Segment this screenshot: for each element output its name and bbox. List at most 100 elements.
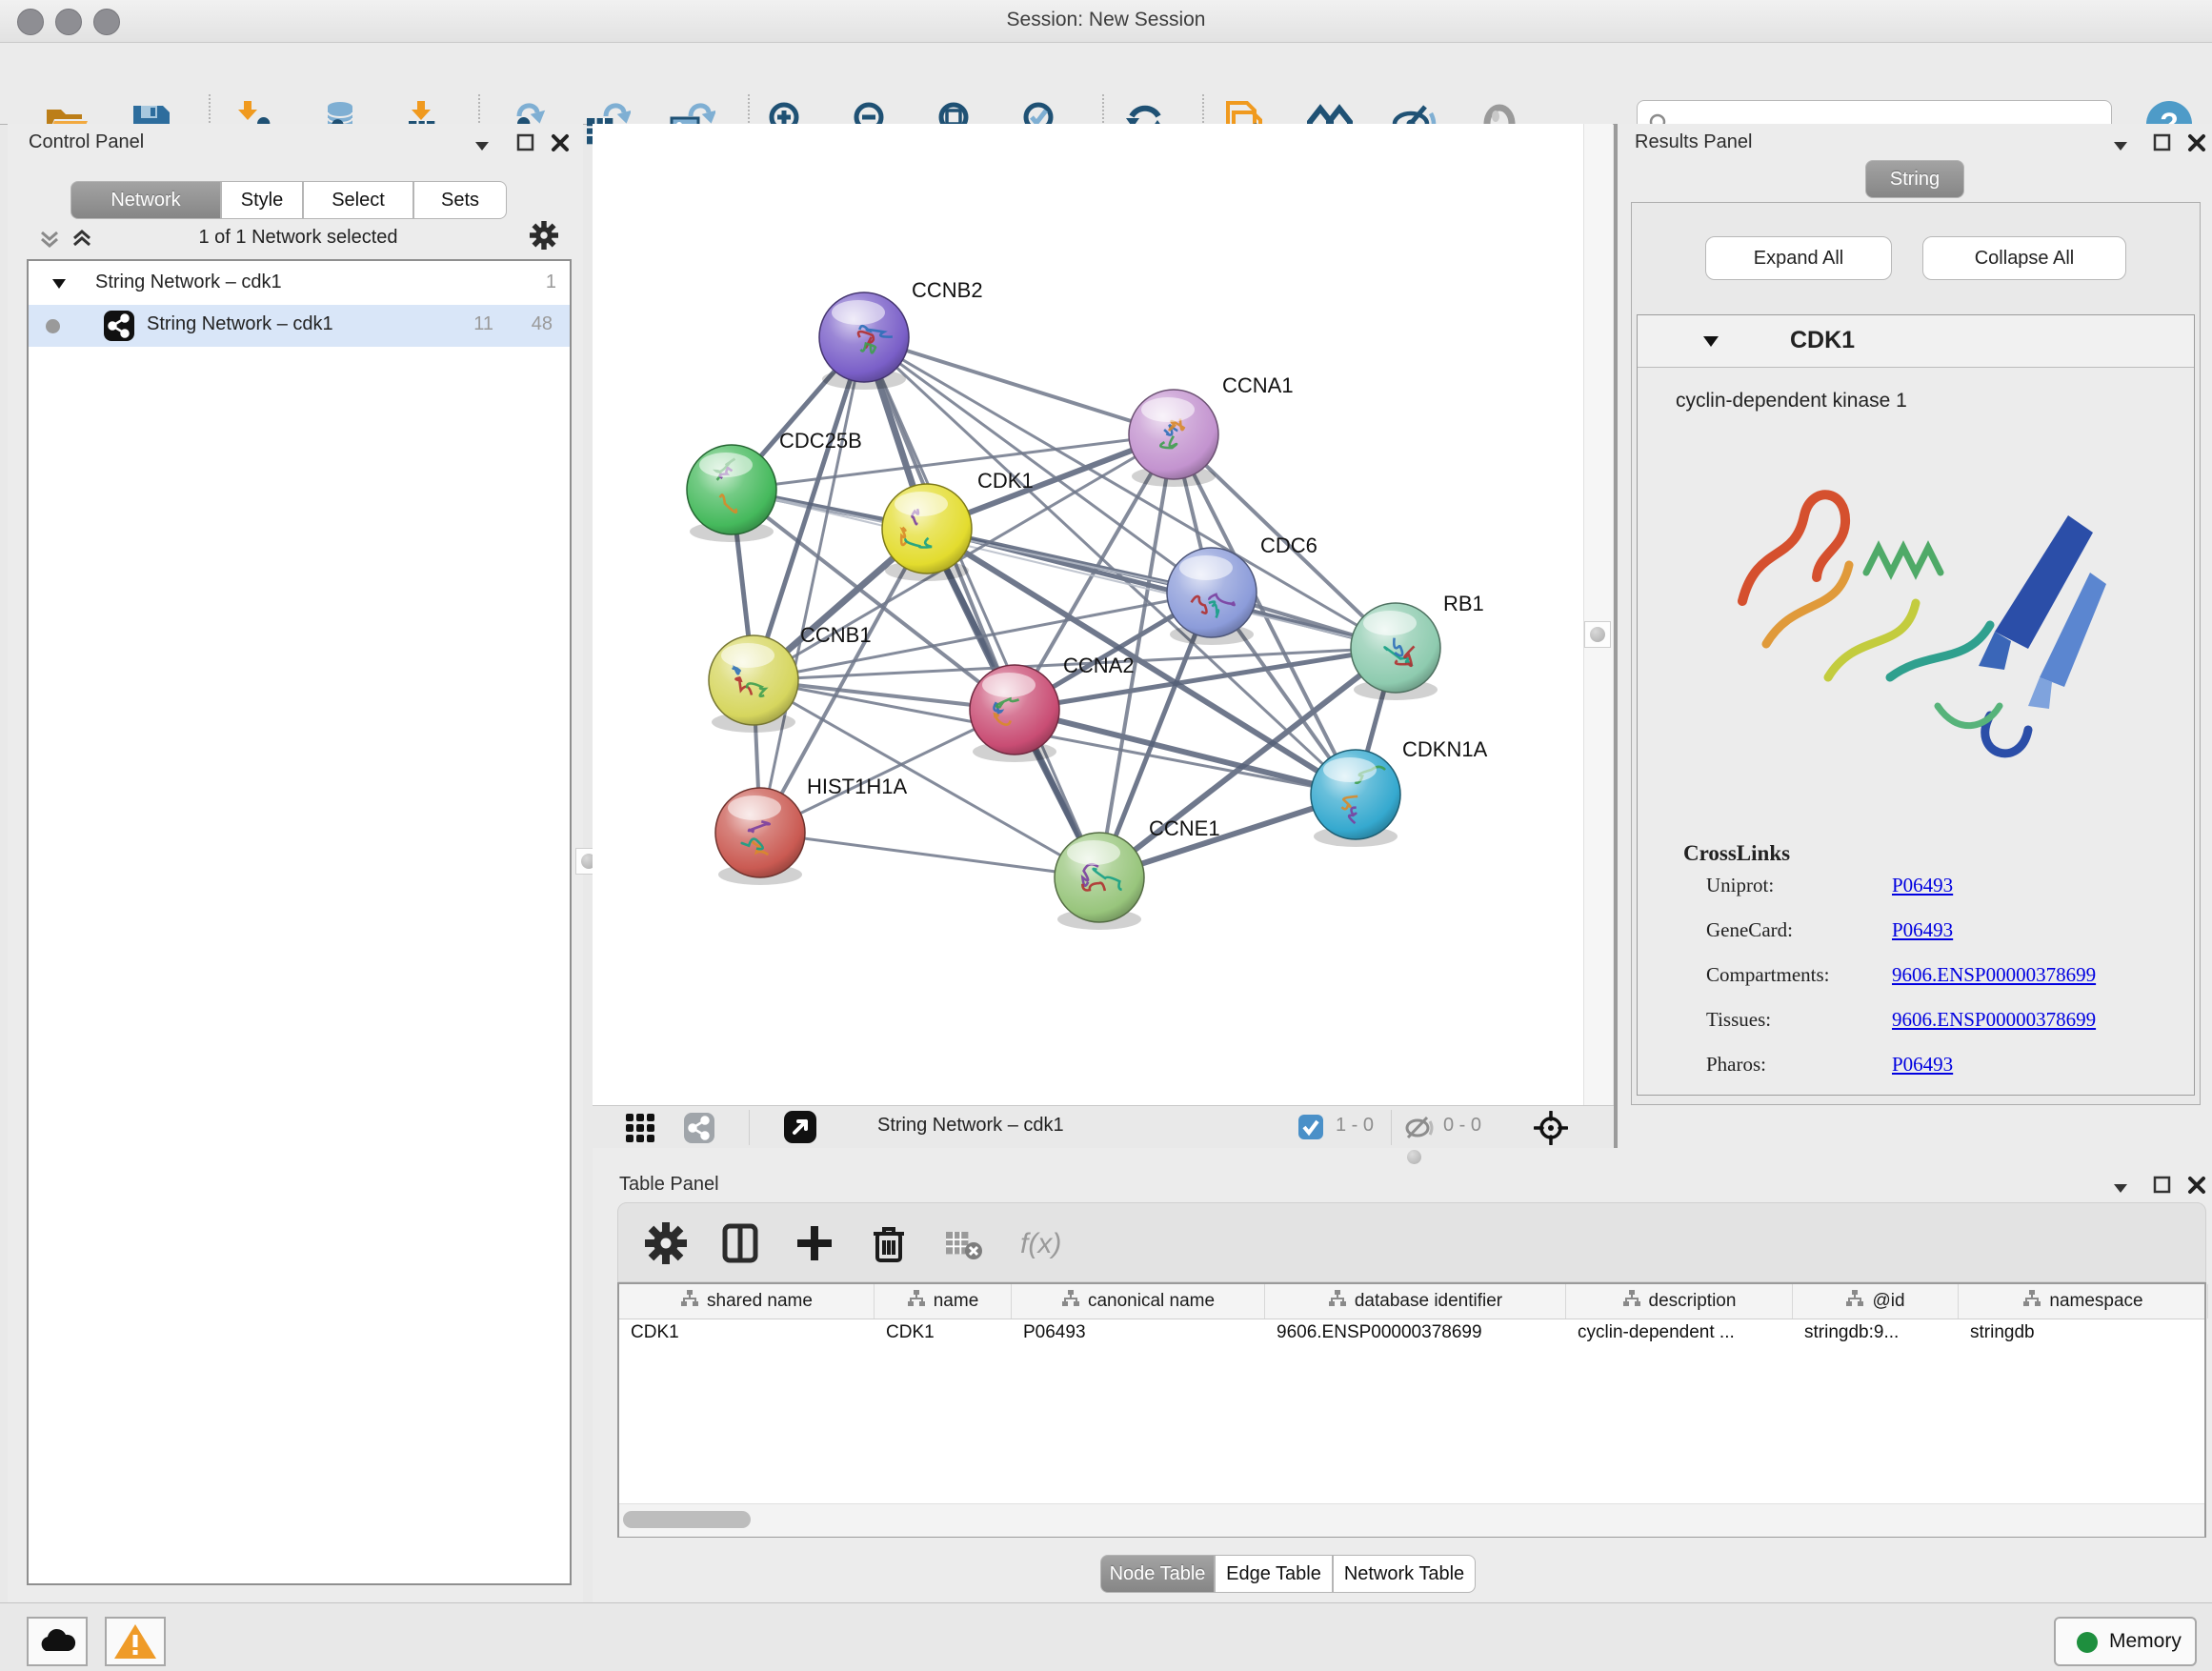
- network-canvas[interactable]: CCNB2 CCNA1 CDC25B CDK1 CDC6: [593, 124, 1583, 1105]
- node-CCNA2[interactable]: CCNA2: [970, 654, 1135, 762]
- crosslink-link[interactable]: 9606.ENSP00000378699: [1892, 1008, 2096, 1032]
- tab-style[interactable]: Style: [221, 181, 303, 219]
- table-cell[interactable]: cyclin-dependent ...: [1566, 1322, 1793, 1353]
- column-header-shared-name[interactable]: shared name: [619, 1284, 875, 1319]
- table-cell[interactable]: 9606.ENSP00000378699: [1265, 1322, 1566, 1353]
- close-panel-icon[interactable]: [549, 131, 573, 156]
- expand-all-button[interactable]: Expand All: [1705, 236, 1892, 280]
- panel-menu-icon[interactable]: [471, 133, 495, 158]
- status-bar: Memory: [0, 1602, 2212, 1671]
- network-status-dot: [46, 319, 60, 333]
- protein-description: cyclin-dependent kinase 1: [1676, 390, 1907, 413]
- tab-string[interactable]: String: [1865, 160, 1964, 198]
- column-header-name[interactable]: name: [875, 1284, 1012, 1319]
- grid-view-icon[interactable]: [624, 1112, 656, 1149]
- node-HIST1H1A[interactable]: HIST1H1A: [715, 775, 907, 885]
- panel-menu-icon[interactable]: [2109, 133, 2134, 158]
- float-panel-icon[interactable]: [2151, 131, 2176, 156]
- toolbar-separator: [749, 1110, 750, 1145]
- hidden-counts: 0 - 0: [1443, 1115, 1481, 1137]
- node-label-CDC6: CDC6: [1260, 534, 1317, 557]
- split-columns-icon[interactable]: [719, 1222, 761, 1269]
- tab-select[interactable]: Select: [303, 181, 413, 219]
- control-panel: Control Panel NetworkStyleSelectSets 1 o…: [8, 124, 583, 1602]
- table-cell[interactable]: stringdb:9...: [1793, 1322, 1959, 1353]
- collection-label: String Network – cdk1: [95, 272, 282, 293]
- collapse-all-button[interactable]: Collapse All: [1922, 236, 2126, 280]
- control-panel-title: Control Panel: [29, 131, 144, 153]
- node-label-HIST1H1A: HIST1H1A: [807, 775, 907, 798]
- add-column-icon[interactable]: [794, 1222, 835, 1269]
- hidden-eye-icon[interactable]: [1404, 1114, 1435, 1145]
- column-header-database-identifier[interactable]: database identifier: [1265, 1284, 1566, 1319]
- memory-label: Memory: [2109, 1630, 2182, 1653]
- collapse-caret-icon[interactable]: [1700, 331, 1721, 356]
- cloud-button[interactable]: [27, 1617, 88, 1666]
- table-cell[interactable]: CDK1: [619, 1322, 875, 1353]
- crosslink-link[interactable]: P06493: [1892, 1053, 1953, 1077]
- string-network-badge-icon: [103, 310, 135, 348]
- selected-checkbox-icon[interactable]: [1297, 1114, 1324, 1145]
- column-header-namespace[interactable]: namespace: [1959, 1284, 2208, 1319]
- network-collection-row[interactable]: String Network – cdk1 1: [29, 263, 570, 305]
- clear-table-icon[interactable]: [942, 1222, 984, 1269]
- network-row[interactable]: String Network – cdk1 11 48: [29, 305, 570, 347]
- table-horizontal-scrollbar: [619, 1503, 2204, 1537]
- close-panel-icon[interactable]: [2185, 1174, 2210, 1198]
- table-settings-gear-icon[interactable]: [645, 1222, 687, 1269]
- edge-CCNB2-CCNA1[interactable]: [864, 337, 1174, 434]
- share-view-icon[interactable]: [683, 1112, 715, 1149]
- float-panel-icon[interactable]: [2151, 1174, 2176, 1198]
- shared-column-icon: [1622, 1289, 1641, 1314]
- main-toolbar: ?: [0, 43, 2212, 125]
- splitter-dot[interactable]: [1407, 1150, 1421, 1164]
- crosslink-link[interactable]: P06493: [1892, 918, 1953, 942]
- protein-card-header[interactable]: CDK1: [1638, 315, 2194, 368]
- collapse-caret-icon[interactable]: [50, 274, 69, 299]
- shared-column-icon: [907, 1289, 926, 1314]
- tab-edge-table[interactable]: Edge Table: [1215, 1555, 1333, 1593]
- network-label: String Network – cdk1: [147, 313, 333, 335]
- shared-column-icon: [1845, 1289, 1864, 1314]
- network-list: String Network – cdk1 1 String Network –…: [27, 259, 572, 1585]
- crosshair-fit-icon[interactable]: [1534, 1111, 1568, 1150]
- panel-menu-icon[interactable]: [2109, 1176, 2134, 1200]
- table-cell[interactable]: CDK1: [875, 1322, 1012, 1353]
- node-CDKN1A[interactable]: CDKN1A: [1311, 737, 1488, 847]
- node-RB1[interactable]: RB1: [1351, 592, 1484, 700]
- tab-network[interactable]: Network: [70, 181, 221, 219]
- crosslink-link[interactable]: 9606.ENSP00000378699: [1892, 963, 2096, 987]
- column-header--id[interactable]: @id: [1793, 1284, 1959, 1319]
- float-panel-icon[interactable]: [514, 131, 539, 156]
- title-bar: Session: New Session: [0, 0, 2212, 43]
- tab-sets[interactable]: Sets: [413, 181, 507, 219]
- toolbar-separator: [1391, 1110, 1392, 1145]
- table-panel-title: Table Panel: [619, 1174, 719, 1196]
- edge-CCNE1-HIST1H1A[interactable]: [760, 833, 1099, 877]
- shared-column-icon: [1061, 1289, 1080, 1314]
- column-header-description[interactable]: description: [1566, 1284, 1793, 1319]
- table-header-row: shared name name canonical name database…: [619, 1284, 2204, 1319]
- expand-all-tree-icon[interactable]: [69, 225, 95, 256]
- crosslink-label: GeneCard:: [1706, 918, 1793, 942]
- table-cell[interactable]: P06493: [1012, 1322, 1265, 1353]
- warning-button[interactable]: [105, 1617, 166, 1666]
- scrollbar-thumb[interactable]: [623, 1511, 751, 1528]
- application-window: Session: New Session: [0, 0, 2212, 1671]
- crosslink-link[interactable]: P06493: [1892, 874, 1953, 897]
- results-splitter-handle[interactable]: [1584, 621, 1611, 648]
- close-panel-icon[interactable]: [2185, 131, 2210, 156]
- tab-node-table[interactable]: Node Table: [1100, 1555, 1215, 1593]
- birdseye-navigator-icon[interactable]: [783, 1110, 817, 1149]
- table-cell[interactable]: stringdb: [1959, 1322, 2208, 1353]
- edge-CCNB2-HIST1H1A[interactable]: [760, 337, 864, 833]
- delete-column-icon[interactable]: [868, 1222, 910, 1269]
- network-options-gear-icon[interactable]: [530, 221, 558, 254]
- node-label-CDK1: CDK1: [977, 469, 1034, 493]
- function-builder-icon[interactable]: f(x): [1016, 1222, 1074, 1269]
- tab-network-table[interactable]: Network Table: [1333, 1555, 1476, 1593]
- column-header-canonical-name[interactable]: canonical name: [1012, 1284, 1265, 1319]
- node-CDK1[interactable]: CDK1: [882, 469, 1034, 581]
- memory-button[interactable]: Memory: [2054, 1617, 2197, 1666]
- collapse-all-tree-icon[interactable]: [36, 225, 63, 256]
